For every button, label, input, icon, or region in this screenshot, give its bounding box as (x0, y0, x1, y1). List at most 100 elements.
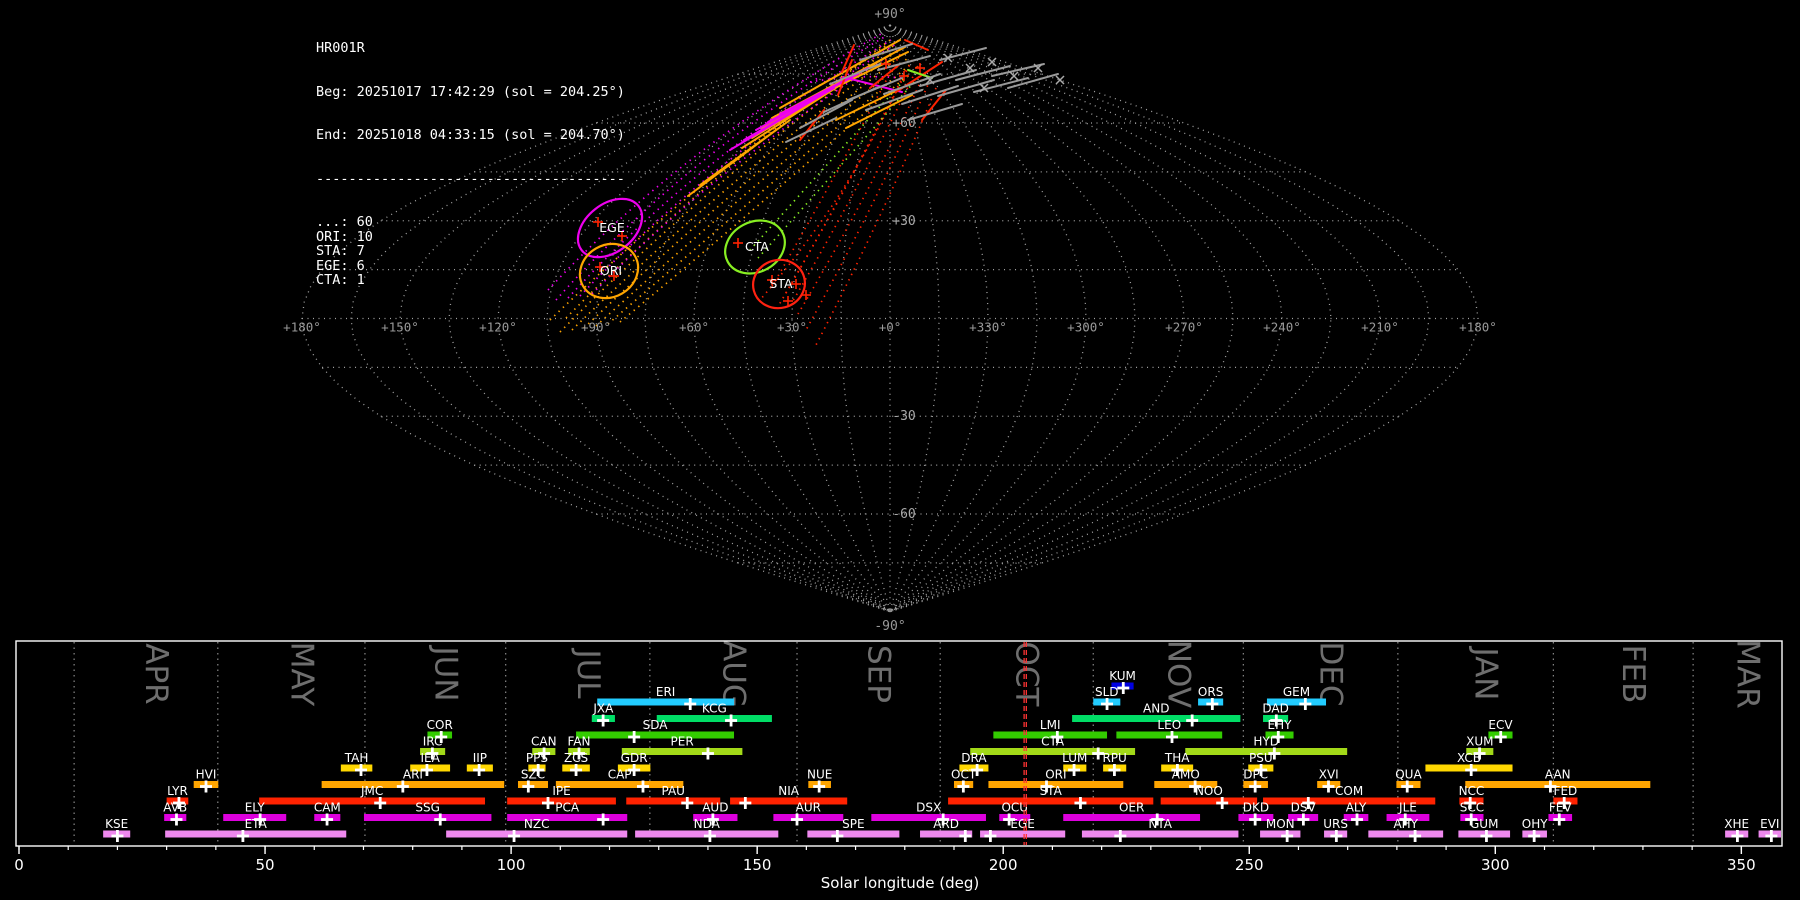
shower-bar-KCG (656, 715, 772, 722)
shower-code-OER: OER (1119, 801, 1144, 815)
shower-code-DRA: DRA (961, 751, 987, 765)
longitude-label: +30° (777, 320, 807, 335)
shower-code-JLE: JLE (1398, 801, 1417, 815)
shower-radiant-label-STA: STA (769, 276, 793, 291)
meridian-line (889, 24, 1087, 613)
end-time: End: 20251018 04:33:15 (sol = 204.70°) (316, 127, 625, 143)
longitude-label: +120° (479, 320, 517, 335)
shower-code-XHE: XHE (1724, 817, 1749, 831)
shower-code-XCB: XCB (1457, 751, 1481, 765)
longitude-label: +330° (969, 320, 1007, 335)
shower-code-GEM: GEM (1283, 685, 1310, 699)
shower-code-THA: THA (1164, 751, 1190, 765)
shower-code-ETA: ETA (245, 817, 268, 831)
latitude-label: +60 (892, 116, 915, 131)
shower-code-NIA: NIA (778, 784, 800, 798)
count-line-ORI: ORI: 10 (316, 228, 373, 245)
shower-code-IRC: IRC (423, 735, 443, 749)
x-tick-label: 350 (1727, 856, 1756, 874)
shower-code-SLD: SLD (1095, 685, 1119, 699)
shower-bar-SPE (807, 830, 900, 838)
shower-bar-MON (1260, 830, 1301, 838)
radiant-drift-trail (607, 61, 914, 325)
shower-bar-NZC (446, 830, 628, 838)
month-label-MAY: MAY (283, 642, 319, 707)
sporadic-x-marker (1055, 75, 1065, 85)
count-line-dotdotdot: ...: 60 (316, 214, 373, 230)
shower-code-PER: PER (671, 735, 694, 749)
meridian-line (889, 24, 1430, 613)
meteor-station-report: EGE ORI CTA STA +90° -90° +60 +30 -30 -60 +180° +15… (0, 0, 1800, 900)
latitude-label: -30 (892, 409, 915, 424)
shower-bar-DSX (871, 814, 986, 821)
shower-code-NDA: NDA (694, 817, 721, 831)
header-separator: -------------------------------------- (316, 170, 625, 187)
month-label-DEC: DEC (1313, 641, 1349, 706)
shower-code-IIP: IIP (473, 751, 487, 765)
shower-code-EVI: EVI (1760, 817, 1779, 831)
longitude-label: +180° (1459, 320, 1497, 335)
shower-code-ORS: ORS (1198, 685, 1223, 699)
shower-code-PSU: PSU (1249, 751, 1273, 765)
meridian-line (742, 24, 891, 613)
shower-code-ARI: ARI (403, 768, 423, 782)
north-pole-label: +90° (874, 7, 905, 22)
station-code: HR001R (316, 40, 365, 56)
shower-code-COM: COM (1335, 784, 1363, 798)
shower-code-PCA: PCA (555, 801, 580, 815)
report-header: HR001R Beg: 20251017 17:42:29 (sol = 204… (316, 12, 625, 317)
shower-code-NCC: NCC (1459, 784, 1485, 798)
longitude-label: +210° (1361, 320, 1399, 335)
month-label-JUN: JUN (427, 644, 463, 701)
month-label-NOV: NOV (1160, 640, 1196, 708)
x-axis-title: Solar longitude (deg) (821, 874, 979, 892)
shower-code-GDR: GDR (621, 751, 648, 765)
radiant-drift-trail (797, 73, 925, 315)
shower-code-RPU: RPU (1102, 751, 1126, 765)
shower-bar-AUR (773, 814, 844, 821)
x-tick-label: 300 (1481, 856, 1510, 874)
shower-code-PPS: PPS (526, 751, 548, 765)
shower-code-IPE: IPE (552, 784, 570, 798)
shower-code-ECV: ECV (1488, 718, 1513, 732)
meridian-line (889, 24, 1381, 613)
shower-code-TAH: TAH (344, 751, 369, 765)
x-tick-label: 250 (1235, 856, 1264, 874)
x-tick-label: 0 (14, 856, 24, 874)
shower-bar-SSG (363, 814, 492, 821)
shower-code-AMO: AMO (1172, 768, 1200, 782)
x-tick-label: 100 (497, 856, 526, 874)
shower-code-SDA: SDA (643, 718, 669, 732)
shower-code-DSV: DSV (1291, 801, 1317, 815)
shower-counts: ...: 60 ORI: 10 STA: 7 EGE: 6 CTA: 1 (316, 215, 625, 288)
longitude-label: +150° (381, 320, 419, 335)
shower-code-ERI: ERI (656, 685, 675, 699)
meteor-trail (687, 129, 777, 197)
shower-code-AHY: AHY (1393, 817, 1418, 831)
shower-code-DKD: DKD (1243, 801, 1269, 815)
shower-code-PAU: PAU (662, 784, 685, 798)
shower-code-XUM: XUM (1466, 735, 1493, 749)
longitude-label: +180° (283, 320, 321, 335)
shower-code-ORI: ORI (1045, 768, 1066, 782)
shower-code-URS: URS (1323, 817, 1348, 831)
shower-code-SCC: SCC (1460, 801, 1484, 815)
shower-code-KCG: KCG (702, 702, 727, 716)
shower-code-SZC: SZC (521, 768, 545, 782)
shower-code-ZCS: ZCS (564, 751, 588, 765)
month-label-MAR: MAR (1730, 640, 1766, 709)
x-tick-label: 50 (256, 856, 275, 874)
month-label-AUG: AUG (715, 640, 751, 708)
shower-code-EHY: EHY (1268, 718, 1293, 732)
radiant-drift-trail (583, 53, 904, 329)
shower-code-DAD: DAD (1262, 702, 1288, 716)
shower-code-COR: COR (427, 718, 453, 732)
radiant-plus-marker (915, 63, 925, 73)
shower-code-JMC: JMC (360, 784, 383, 798)
shower-code-KUM: KUM (1109, 669, 1136, 683)
shower-code-CAM: CAM (314, 801, 341, 815)
meteor-trail (907, 103, 963, 121)
shower-code-CTA: CTA (1041, 735, 1065, 749)
radiant-sky-map: EGEORICTASTA+90°-90°+60+30-30-60+180° +15… (283, 7, 1497, 634)
x-tick-label: 150 (743, 856, 772, 874)
